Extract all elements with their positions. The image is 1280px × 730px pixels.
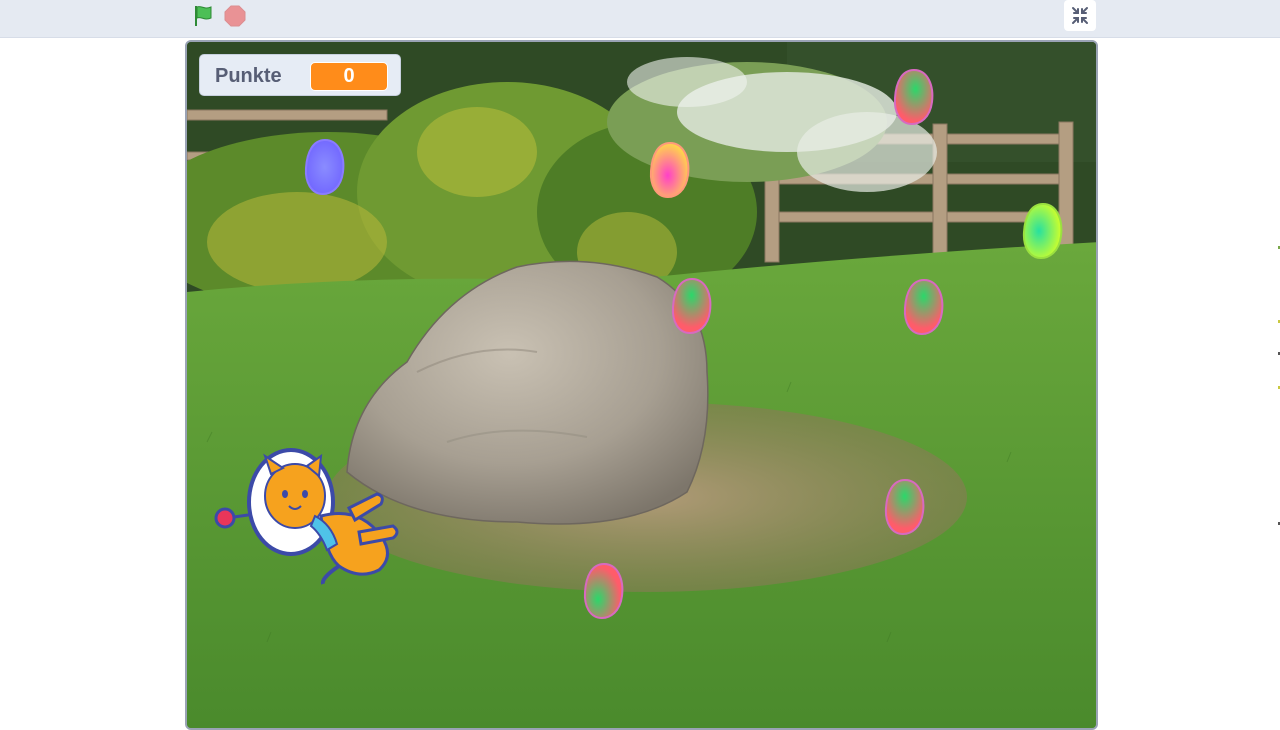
color-blob-sprite[interactable] [1019, 200, 1067, 264]
color-blob-sprite[interactable] [881, 476, 929, 540]
stop-icon [224, 5, 246, 27]
stop-button[interactable] [222, 3, 248, 29]
window-edge-artifact [1278, 246, 1280, 525]
score-label: Punkte [215, 65, 282, 87]
green-flag-button[interactable] [190, 3, 216, 29]
color-blob-sprite[interactable] [668, 275, 716, 339]
color-blob-sprite[interactable] [580, 560, 628, 624]
green-flag-icon [195, 6, 212, 26]
stage[interactable]: Punkte 0 [185, 40, 1098, 730]
stage-header-bar [0, 0, 1280, 38]
unfullscreen-button[interactable] [1064, 0, 1096, 31]
color-blob-sprite[interactable] [301, 136, 349, 200]
astronaut-cat-sprite[interactable] [209, 446, 404, 586]
color-blob-sprite[interactable] [646, 139, 694, 203]
unfullscreen-icon [1072, 7, 1088, 24]
score-monitor[interactable]: Punkte 0 [199, 54, 401, 96]
score-value: 0 [310, 62, 388, 91]
color-blob-sprite[interactable] [890, 66, 938, 130]
color-blob-sprite[interactable] [900, 276, 948, 340]
